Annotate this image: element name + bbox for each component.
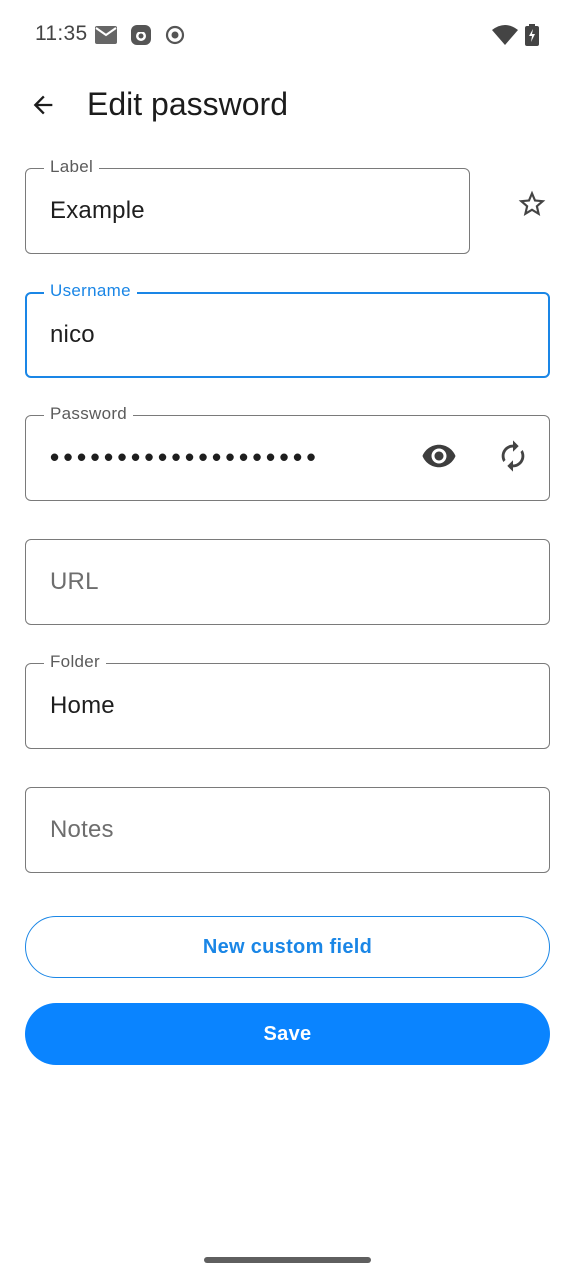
mail-icon <box>95 24 117 46</box>
top-app-bar: Edit password <box>0 70 575 142</box>
back-button[interactable] <box>20 84 66 130</box>
password-field-label: Password <box>44 404 134 424</box>
folder-field-label: Folder <box>44 652 106 672</box>
edit-password-screen: 11:35 Edit password Label Example Userna… <box>0 0 575 1280</box>
notes-field[interactable]: Notes <box>25 787 550 873</box>
status-time: 11:35 <box>35 22 88 45</box>
folder-field-value: Home <box>50 692 115 719</box>
wifi-icon <box>492 24 518 46</box>
record-icon <box>165 24 185 46</box>
home-indicator[interactable] <box>204 1257 371 1263</box>
username-field[interactable]: Username nico <box>25 281 550 378</box>
notes-field-placeholder: Notes <box>50 816 114 843</box>
star-outline-icon <box>516 188 548 225</box>
status-bar: 11:35 <box>0 0 575 68</box>
favorite-button[interactable] <box>508 182 556 230</box>
label-field-label: Label <box>44 157 100 177</box>
username-field-label: Username <box>44 281 137 301</box>
app-notification-icon <box>131 24 151 46</box>
password-field-value: •••••••••••••••••••• <box>50 442 321 472</box>
new-custom-field-button[interactable]: New custom field <box>25 916 550 978</box>
label-field[interactable]: Label Example <box>25 157 470 254</box>
url-field-placeholder: URL <box>50 568 99 595</box>
label-field-value: Example <box>50 197 145 224</box>
save-button[interactable]: Save <box>25 1003 550 1065</box>
refresh-icon <box>496 439 530 478</box>
password-field[interactable]: Password •••••••••••••••••••• <box>25 404 550 501</box>
username-field-value: nico <box>50 321 95 348</box>
generate-password-button[interactable] <box>490 435 536 481</box>
url-field[interactable]: URL <box>25 539 550 625</box>
eye-icon <box>421 438 457 479</box>
page-title: Edit password <box>87 86 288 122</box>
battery-charging-icon <box>525 24 539 46</box>
arrow-back-icon <box>29 91 57 124</box>
toggle-password-visibility-button[interactable] <box>416 435 462 481</box>
folder-field[interactable]: Folder Home <box>25 652 550 749</box>
